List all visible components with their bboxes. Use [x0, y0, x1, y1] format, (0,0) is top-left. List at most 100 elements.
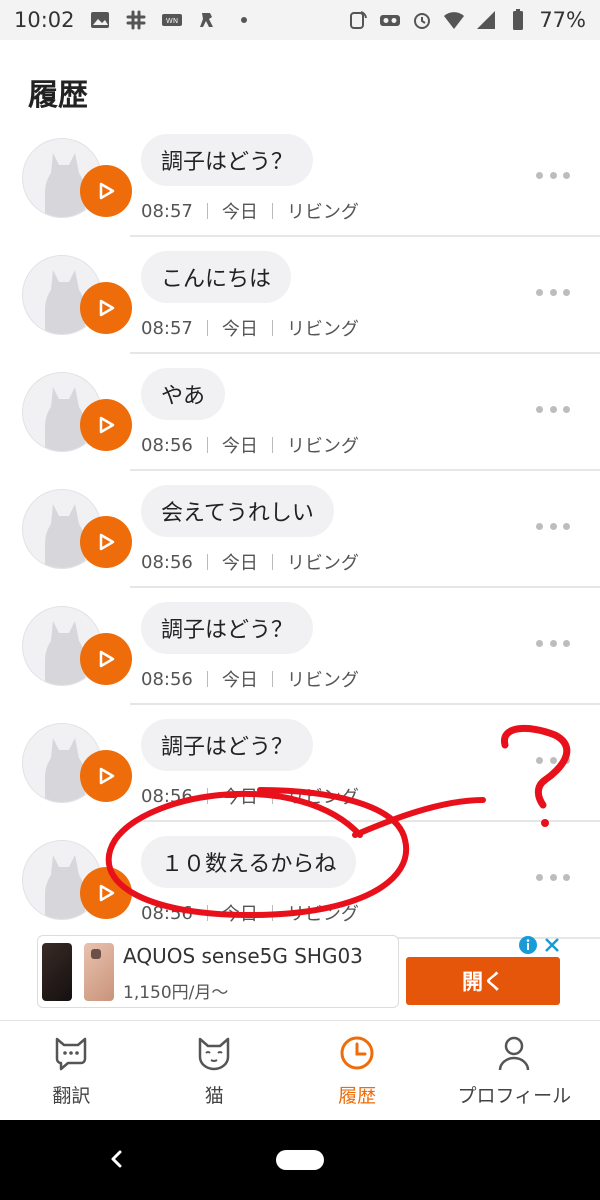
- wifi-icon: [444, 12, 465, 29]
- tab-cat[interactable]: 猫: [143, 1021, 286, 1120]
- play-icon: [99, 884, 115, 902]
- tab-label: 猫: [204, 1085, 224, 1107]
- translate-cat-bubble-icon: [56, 1037, 87, 1071]
- phrase-bubble[interactable]: こんにちは: [141, 251, 292, 303]
- history-meta: 08:56 今日 リビング: [141, 666, 359, 692]
- history-time: 08:56: [141, 434, 193, 456]
- play-icon: [99, 416, 115, 434]
- phrase-text: 調子はどう？: [161, 735, 294, 760]
- battery-icon: [513, 9, 524, 30]
- phrase-bubble[interactable]: 調子はどう？: [141, 602, 314, 654]
- phrase-bubble[interactable]: 調子はどう？: [141, 719, 314, 771]
- meta-separator: [271, 671, 273, 687]
- history-meta: 08:56 今日 リビング: [141, 783, 359, 809]
- history-day: 今日: [221, 670, 258, 691]
- status-time: 10:02: [14, 8, 75, 32]
- ad-product-image: [84, 943, 114, 1001]
- phrase-bubble[interactable]: 調子はどう？: [141, 134, 314, 186]
- vr-icon: [380, 15, 401, 26]
- history-item[interactable]: １０数えるからね 08:56 今日 リビング: [0, 822, 600, 939]
- tab-profile[interactable]: プロフィール: [429, 1021, 600, 1120]
- play-button[interactable]: [80, 633, 132, 685]
- ad-banner[interactable]: AQUOS sense5G SHG03 1,150円/月〜: [37, 935, 399, 1008]
- history-room: リビング: [286, 436, 359, 457]
- history-room: リビング: [286, 670, 359, 691]
- app-icon: WN: [161, 14, 182, 26]
- meta-separator: [206, 320, 208, 336]
- play-button[interactable]: [80, 516, 132, 568]
- history-day: 今日: [221, 202, 258, 223]
- meta-separator: [206, 437, 208, 453]
- history-item[interactable]: こんにちは 08:57 今日 リビング: [0, 237, 600, 354]
- history-meta: 08:57 今日 リビング: [141, 315, 359, 341]
- meta-separator: [271, 788, 273, 804]
- history-day: 今日: [221, 787, 258, 808]
- ad-close-icon[interactable]: [542, 935, 562, 955]
- nfc-icon: [350, 11, 368, 29]
- ad-product-image: [42, 943, 72, 1001]
- history-day: 今日: [221, 904, 258, 925]
- tab-translate[interactable]: 翻訳: [0, 1021, 143, 1120]
- battery-level: 77%: [539, 8, 586, 32]
- history-room: リビング: [286, 202, 359, 223]
- more-options-icon[interactable]: [536, 168, 570, 182]
- phrase-text: やあ: [161, 384, 206, 409]
- history-item[interactable]: 調子はどう？ 08:56 今日 リビング: [0, 588, 600, 705]
- history-time: 08:56: [141, 668, 193, 690]
- history-meta: 08:56 今日 リビング: [141, 549, 359, 575]
- more-options-icon[interactable]: [536, 519, 570, 533]
- history-item[interactable]: 調子はどう？ 08:56 今日 リビング: [0, 705, 600, 822]
- more-options-icon[interactable]: [536, 870, 570, 884]
- signal-icon: [477, 11, 496, 29]
- history-item[interactable]: 会えてうれしい 08:56 今日 リビング: [0, 471, 600, 588]
- play-button[interactable]: [80, 165, 132, 217]
- ad-info-icon[interactable]: [518, 935, 538, 955]
- meta-separator: [206, 203, 208, 219]
- play-button[interactable]: [80, 282, 132, 334]
- meta-separator: [271, 905, 273, 921]
- more-options-icon[interactable]: [536, 285, 570, 299]
- play-icon: [99, 767, 115, 785]
- history-item[interactable]: やあ 08:56 今日 リビング: [0, 354, 600, 471]
- phrase-bubble[interactable]: やあ: [141, 368, 226, 420]
- history-room: リビング: [286, 553, 359, 574]
- history-meta: 08:57 今日 リビング: [141, 198, 359, 224]
- play-button[interactable]: [80, 867, 132, 919]
- history-item[interactable]: 調子はどう？ 08:57 今日 リビング: [0, 120, 600, 237]
- phrase-text: 会えてうれしい: [161, 501, 314, 526]
- bottom-nav: 翻訳 猫 履歴 プロフィール: [0, 1020, 600, 1120]
- meta-separator: [271, 320, 273, 336]
- back-icon[interactable]: [103, 1145, 131, 1173]
- more-options-icon[interactable]: [536, 753, 570, 767]
- history-day: 今日: [221, 319, 258, 340]
- tab-label: 履歴: [338, 1085, 377, 1107]
- history-day: 今日: [221, 553, 258, 574]
- history-meta: 08:56 今日 リビング: [141, 900, 359, 926]
- meta-separator: [206, 788, 208, 804]
- tab-label: 翻訳: [52, 1085, 91, 1107]
- phrase-text: こんにちは: [161, 267, 272, 292]
- phrase-bubble[interactable]: １０数えるからね: [141, 836, 357, 888]
- more-options-icon[interactable]: [536, 402, 570, 416]
- history-day: 今日: [221, 436, 258, 457]
- phrase-bubble[interactable]: 会えてうれしい: [141, 485, 334, 537]
- play-icon: [99, 533, 115, 551]
- more-options-icon[interactable]: [536, 636, 570, 650]
- history-time: 08:57: [141, 200, 193, 222]
- play-icon: [99, 650, 115, 668]
- history-time: 08:57: [141, 317, 193, 339]
- tab-history[interactable]: 履歴: [286, 1021, 429, 1120]
- meta-separator: [271, 554, 273, 570]
- play-button[interactable]: [80, 750, 132, 802]
- image-icon: [90, 12, 109, 28]
- status-bar: 10:02 WN 77%: [0, 0, 600, 40]
- history-room: リビング: [286, 787, 359, 808]
- slack-icon: [126, 10, 146, 30]
- ad-title: AQUOS sense5G SHG03: [123, 944, 363, 968]
- play-button[interactable]: [80, 399, 132, 451]
- cat-face-icon: [199, 1037, 230, 1071]
- history-time: 08:56: [141, 551, 193, 573]
- home-pill[interactable]: [276, 1150, 324, 1170]
- phrase-text: 調子はどう？: [161, 150, 294, 175]
- ad-open-button[interactable]: 開く: [406, 957, 560, 1005]
